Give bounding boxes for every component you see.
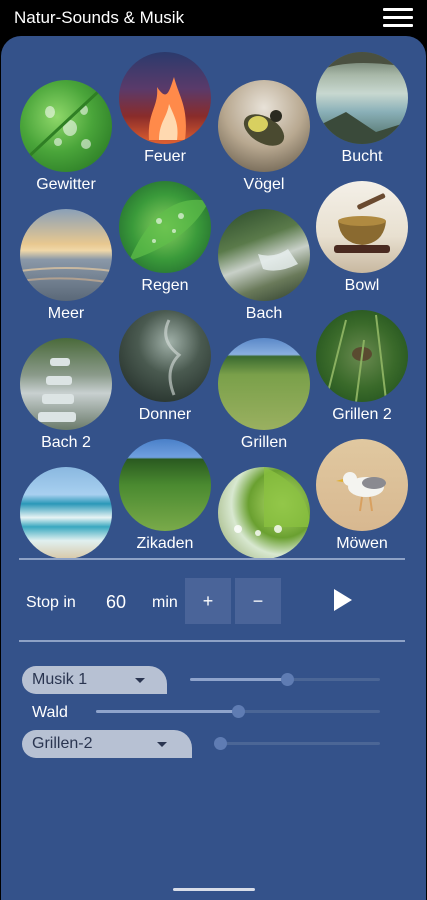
- sound-voegel[interactable]: Vögel: [214, 80, 314, 194]
- track1-volume-fill: [190, 678, 287, 681]
- decrease-timer-button[interactable]: −: [235, 578, 281, 624]
- chevron-down-icon: [135, 678, 145, 683]
- sound-label: Meer: [47, 305, 85, 322]
- sound-label: Möwen: [336, 535, 388, 552]
- grid-divider: [19, 558, 405, 560]
- home-indicator: [173, 888, 255, 891]
- track2-volume-slider[interactable]: [96, 705, 380, 718]
- sound-label: Zikaden: [136, 535, 194, 552]
- sound-grillen-2[interactable]: Grillen 2: [312, 310, 412, 424]
- track1-select[interactable]: Musik 1: [22, 666, 167, 694]
- bucht-image: [316, 52, 408, 144]
- sound-bach[interactable]: Bach: [214, 209, 314, 323]
- brandung-image: [20, 467, 112, 559]
- track1-volume-slider[interactable]: [190, 673, 380, 686]
- sound-meer[interactable]: Meer: [16, 209, 116, 323]
- sound-bowl[interactable]: Bowl: [312, 181, 412, 295]
- grillen-image: [218, 338, 310, 430]
- track3-select[interactable]: Grillen-2: [22, 730, 192, 758]
- voegel-image: [218, 80, 310, 172]
- regen-image: [119, 181, 211, 273]
- sound-gewitter[interactable]: Gewitter: [16, 80, 116, 194]
- chevron-down-icon: [157, 742, 167, 747]
- bowl-image: [316, 181, 408, 273]
- track3-selected-value: Grillen-2: [32, 735, 93, 752]
- sound-label: Grillen: [240, 434, 288, 451]
- sound-label: Regen: [141, 277, 189, 294]
- donner-image: [119, 310, 211, 402]
- sound-label: Bucht: [341, 148, 383, 165]
- minutes-unit-label: min: [152, 594, 178, 611]
- feuer-image: [119, 52, 211, 144]
- sound-regen[interactable]: Regen: [115, 181, 215, 295]
- bach-image: [218, 209, 310, 301]
- sound-label: Donner: [138, 406, 192, 423]
- sound-donner[interactable]: Donner: [115, 310, 215, 424]
- track2-volume-fill: [96, 710, 238, 713]
- grillen-2-image: [316, 310, 408, 402]
- bach-2-image: [20, 338, 112, 430]
- moewen-image: [316, 439, 408, 531]
- sound-zikaden[interactable]: Zikaden: [115, 439, 215, 553]
- track3-volume-slider[interactable]: [214, 737, 380, 750]
- sound-label: Vögel: [243, 176, 285, 193]
- sound-grillen[interactable]: Grillen: [214, 338, 314, 452]
- gewitter-image: [20, 80, 112, 172]
- stop-in-label: Stop in: [26, 594, 76, 611]
- track2-volume-thumb[interactable]: [232, 705, 245, 718]
- sound-label: Gewitter: [36, 176, 96, 193]
- track1-volume-thumb[interactable]: [280, 673, 294, 686]
- timer-row: Stop in 60 min + −: [0, 578, 427, 626]
- sound-label: Feuer: [144, 148, 186, 165]
- sound-moewen[interactable]: Möwen: [312, 439, 412, 553]
- timer-divider: [19, 640, 405, 642]
- meer-image: [20, 209, 112, 301]
- play-icon[interactable]: [334, 589, 352, 611]
- app-bar: Natur-Sounds & Musik: [0, 0, 427, 38]
- track3-volume-thumb[interactable]: [214, 737, 227, 750]
- sound-feuer[interactable]: Feuer: [115, 52, 215, 166]
- hamburger-menu-icon[interactable]: [383, 6, 413, 30]
- sound-label: Bach: [245, 305, 283, 322]
- sound-label: Bowl: [344, 277, 380, 294]
- sound-label: Grillen 2: [332, 406, 392, 423]
- track2-label: Wald: [32, 704, 68, 721]
- zikaden-image: [119, 439, 211, 531]
- sound-tropfen[interactable]: [214, 467, 314, 563]
- app-title: Natur-Sounds & Musik: [14, 8, 185, 27]
- sound-label: Bach 2: [41, 434, 91, 451]
- sound-bach-2[interactable]: Bach 2: [16, 338, 116, 452]
- increase-timer-button[interactable]: +: [185, 578, 231, 624]
- sound-bucht[interactable]: Bucht: [312, 52, 412, 166]
- sound-brandung[interactable]: [16, 467, 116, 563]
- track1-selected-value: Musik 1: [32, 671, 88, 688]
- tropfen-image: [218, 467, 310, 559]
- timer-minutes: 60: [106, 592, 127, 612]
